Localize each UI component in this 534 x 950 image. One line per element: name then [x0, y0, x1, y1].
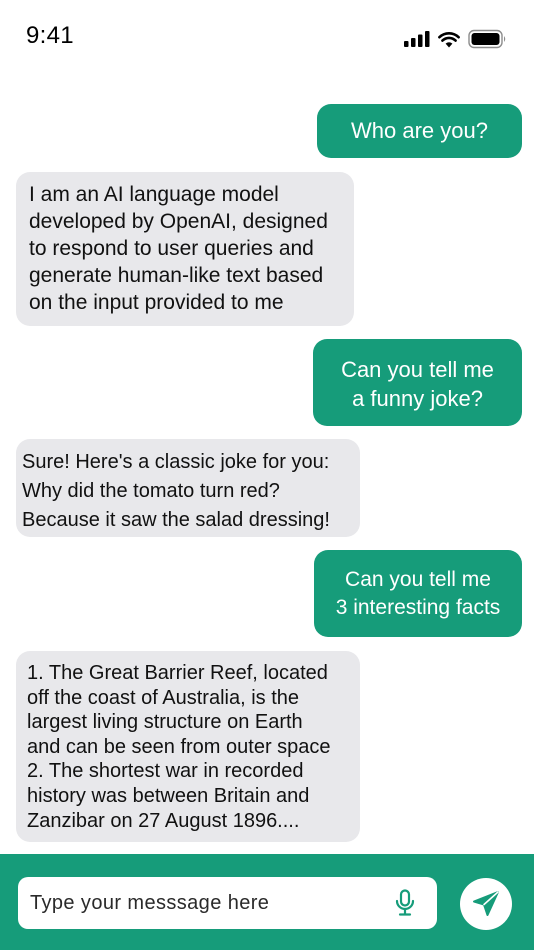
battery-icon: [468, 29, 506, 49]
user-message-bubble: Can you tell me a funny joke?: [313, 339, 522, 426]
user-message-bubble: Who are you?: [317, 104, 522, 158]
microphone-icon: [395, 889, 415, 916]
microphone-button[interactable]: [391, 889, 419, 917]
bot-message-bubble: I am an AI language model developed by O…: [16, 172, 354, 326]
bot-message-bubble: Sure! Here's a classic joke for you: Why…: [16, 439, 360, 537]
message-input[interactable]: [30, 877, 380, 929]
wifi-icon: [438, 31, 460, 47]
bot-message-bubble: 1. The Great Barrier Reef, located off t…: [16, 651, 360, 842]
status-icons: [404, 28, 508, 50]
send-button[interactable]: [460, 878, 512, 930]
status-time: 9:41: [26, 22, 74, 49]
message-composer: [0, 854, 534, 950]
message-input-container: [18, 877, 437, 929]
status-bar: 9:41: [0, 0, 534, 80]
cellular-signal-icon: [404, 31, 430, 47]
user-message-bubble: Can you tell me 3 interesting facts: [314, 550, 522, 637]
send-icon: [473, 891, 499, 916]
